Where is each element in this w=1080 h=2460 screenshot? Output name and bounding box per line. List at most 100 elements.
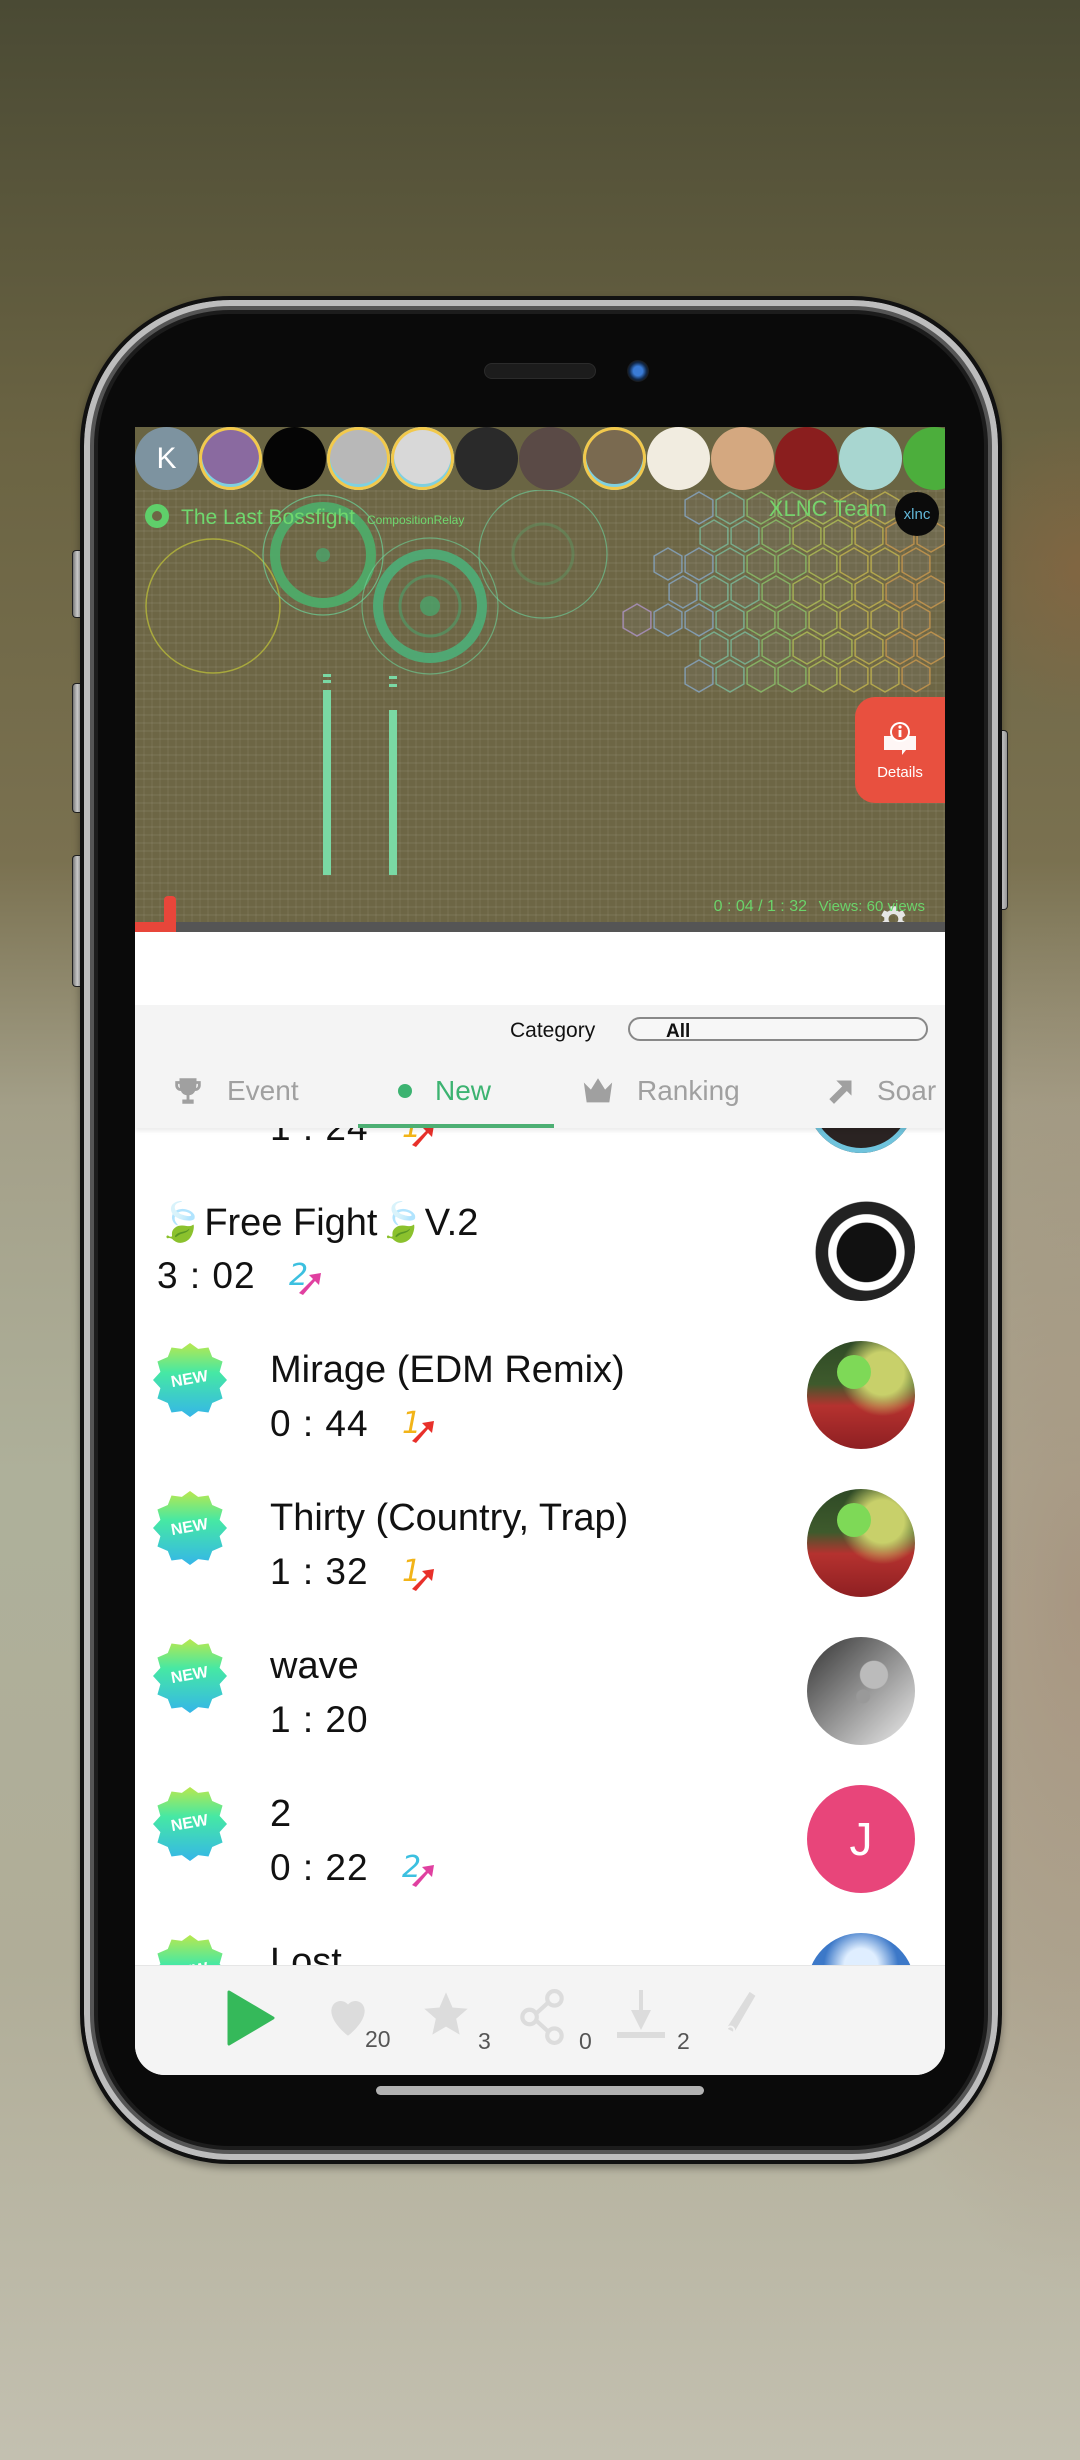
song-list-item[interactable]: NEW Mirage (EDM Remix) 0 : 44 1 [135,1321,945,1469]
new-badge-label: NEW [170,1515,210,1540]
visualizer-hexagon [823,519,853,553]
visualizer-hexagon [808,547,838,581]
details-label: Details [877,763,923,781]
song-list-item[interactable]: NEW wave 1 : 20 [135,1617,945,1765]
like-button[interactable]: 20 [323,1988,391,2058]
playback-time: 0 : 04 / 1 : 32 [713,898,807,915]
visualizer-hexagon [684,491,714,525]
tab-new-content: New [397,1053,491,1128]
category-select[interactable]: All [628,1017,928,1042]
tab-new[interactable]: New [358,1053,554,1128]
composer-avatar[interactable] [807,1193,915,1301]
visualizer-hexagon [715,547,745,581]
participant-avatar[interactable] [647,427,710,490]
level-meter-peak [323,680,331,683]
team-name[interactable]: XLNC Team [769,496,887,522]
visualizer-hexagon [746,603,776,637]
song-list-item[interactable]: NEW 2 0 : 22 2 J [135,1765,945,1913]
playback-progress-bar[interactable] [135,896,945,932]
visualizer-hexagon [839,547,869,581]
visualizer-hexagon [839,659,869,693]
visualizer-hexagon [885,575,915,609]
visualizer-hexagon [823,631,853,665]
song-duration: 3 : 02 [157,1255,256,1296]
participant-avatar[interactable] [263,427,326,490]
visualizer-hexagon [730,575,760,609]
participant-avatar[interactable] [583,427,646,490]
composer-avatar[interactable] [807,1637,915,1745]
tab-bar: Event New Ranking Soar [135,1053,945,1128]
share-button[interactable]: 0 [517,1988,592,2058]
rank-trend-icon: 1 [402,1128,434,1147]
earpiece-speaker [484,363,596,379]
composer-avatar[interactable] [807,1489,915,1597]
favorite-button[interactable]: 3 [420,1988,491,2058]
participant-avatar[interactable] [199,427,262,490]
download-button[interactable]: 2 [615,1988,690,2058]
participant-avatar[interactable] [519,427,582,490]
details-button[interactable]: Details [855,697,945,803]
play-button[interactable] [225,1988,277,2058]
info-chat-icon [884,721,916,755]
visualizer-hexagon [808,603,838,637]
tab-soar[interactable]: Soar [827,1053,936,1128]
tab-soar-label: Soar [877,1074,937,1106]
crown-icon [583,1077,613,1102]
tab-event[interactable]: Event [171,1053,299,1128]
avatar-illustration [837,1503,871,1537]
participant-avatar[interactable] [903,427,945,490]
composer-avatar[interactable]: J [807,1785,915,1893]
category-label: Category [510,1019,596,1042]
category-filter-row: Category All [135,1005,945,1053]
song-name: wave [270,1645,359,1687]
song-list-item[interactable]: 🍃Free Fight🍃V.2 3 : 02 2 [135,1173,945,1321]
visualizer-hexagon [622,603,652,637]
tab-ranking-label: Ranking [637,1074,740,1106]
participant-avatar[interactable] [327,427,390,490]
song-list-item[interactable]: NEW Thirty (Country, Trap) 1 : 32 1 [135,1469,945,1617]
new-badge-label: NEW [170,1663,210,1688]
category-selected-value: All [666,1021,691,1042]
level-meter-right [389,710,397,875]
visualizer-hexagon [699,519,729,553]
level-meter-left [323,690,331,875]
visualizer-hexagon [777,659,807,693]
edit-button[interactable] [720,1988,760,2058]
participant-avatar[interactable] [711,427,774,490]
visualizer-hexagon [668,575,698,609]
participant-avatar[interactable] [391,427,454,490]
rank-trend-icon: 2 [402,1850,434,1887]
tab-ranking[interactable]: Ranking [581,1053,740,1128]
visualizer-hexagon [715,603,745,637]
visualizer-hexagon [684,547,714,581]
music-visualizer-player[interactable]: The Last Bossfight CompositionRelay XLNC… [135,490,945,932]
team-logo[interactable]: xlnc [895,492,939,536]
level-meter-peak [389,684,397,687]
visualizer-hexagon [854,575,884,609]
participant-avatar-strip[interactable]: K [135,427,945,490]
song-list[interactable]: 1 : 24 1 🍃Free Fight🍃V.2 3 : 02 2 NEW Mirage (… [135,1128,945,1975]
participant-avatar[interactable] [839,427,902,490]
avatar-illustration [837,1355,871,1389]
visualizer-hexagon [699,631,729,665]
avatar-initial: K [156,441,177,475]
visualizer-hexagon [870,659,900,693]
favorite-count: 3 [478,2028,491,2054]
home-indicator[interactable] [376,2086,704,2095]
tab-event-label: Event [227,1074,299,1106]
new-badge: NEW [153,1639,227,1713]
arrow-up-right-icon [829,1080,852,1104]
playback-scrubber-handle[interactable] [163,896,176,932]
visualizer-hexagon [792,575,822,609]
participant-avatar[interactable] [455,427,518,490]
composer-avatar[interactable] [807,1341,915,1449]
new-badge: NEW [153,1491,227,1565]
visualizer-hexagon [715,659,745,693]
composer-avatar[interactable] [807,1128,915,1153]
new-badge: NEW [153,1343,227,1417]
visualizer-hexagon [746,659,776,693]
view-count: Views: 60 views [818,898,925,915]
song-list-item[interactable]: 1 : 24 1 [135,1128,945,1173]
participant-avatar[interactable] [775,427,838,490]
participant-avatar[interactable]: K [135,427,198,490]
